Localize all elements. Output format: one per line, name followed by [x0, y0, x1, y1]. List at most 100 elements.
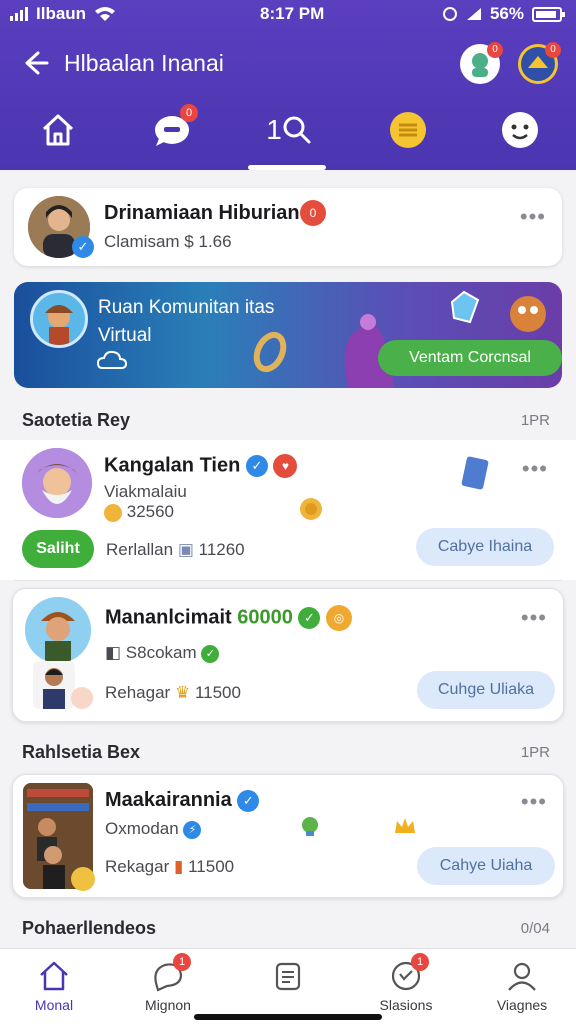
verified-icon: ✓: [245, 455, 268, 477]
tab-profile[interactable]: [498, 108, 542, 152]
cloud-icon: [96, 350, 128, 369]
section-time: 1PR: [520, 412, 550, 429]
home-icon: [37, 959, 71, 993]
alarm-icon: [442, 7, 457, 21]
post-meta-value: 11260: [198, 540, 245, 559]
back-arrow-icon[interactable]: [20, 48, 50, 78]
search-icon: [283, 116, 311, 144]
post-name-extra: 60000: [237, 606, 293, 629]
bottom-nav-label: Viagnes: [496, 997, 548, 1013]
smiley-face-icon: [502, 112, 538, 148]
profile-badge: 0: [300, 200, 326, 226]
action-button[interactable]: Cahye Uiaha: [417, 847, 555, 885]
post-item[interactable]: Kangalan Tien ✓ ♥ Viakmalaiu 32560 ••• S…: [0, 440, 576, 580]
messages-badge: 1: [173, 953, 191, 971]
like-icon: ♥: [273, 454, 298, 478]
post-line1: Viakmalaiu: [104, 482, 187, 501]
bottom-nav-sessions[interactable]: 1 Slasions: [358, 953, 454, 1013]
section-title: Pohaerllendeos: [22, 918, 157, 938]
user-icon: [505, 959, 539, 993]
bottom-nav-label: Monal: [34, 997, 74, 1013]
coin-badge-icon: ◎: [326, 605, 353, 631]
settings-badge: 0: [545, 42, 561, 58]
section-time: 0/04: [520, 920, 550, 937]
profile-sub: Clamisam $ 1.66: [104, 232, 232, 252]
bottom-nav: Monal 1 Mignon 1 Slasions Viagnes: [0, 948, 576, 1024]
wifi-icon: [95, 7, 116, 21]
book-icon: ▮: [174, 857, 184, 876]
search-tab-label: 1: [266, 114, 282, 145]
trophy-icon: ♛: [174, 683, 191, 702]
profile-sub-label: Clamisam: [104, 232, 180, 251]
divider: [14, 580, 562, 581]
more-options-icon[interactable]: •••: [522, 456, 548, 482]
post-meta-value: 11500: [194, 683, 241, 702]
clock: 8:17 PM: [260, 4, 325, 23]
cell-signal-icon: [466, 8, 481, 20]
action-button[interactable]: Cabye Ihaina: [416, 528, 554, 566]
ring-decoration-icon: [253, 331, 287, 373]
bottom-nav-posts[interactable]: [240, 959, 336, 997]
status-button[interactable]: Saliht: [22, 530, 94, 568]
tab-home[interactable]: [36, 108, 80, 152]
crown-icon: [395, 818, 415, 833]
badge-icon: [302, 817, 318, 836]
app-header: Ilbaun 8:17 PM 56% Hlbaalan Inanai 0 0 0: [0, 0, 576, 170]
profile-sub-value: 1.66: [198, 232, 232, 251]
coin-icon: $: [184, 232, 194, 251]
tab-menu[interactable]: [386, 108, 430, 152]
post-name: Maakairannia ✓: [105, 789, 260, 812]
settings-avatar-icon[interactable]: 0: [518, 42, 561, 84]
more-options-icon[interactable]: •••: [520, 204, 546, 230]
section-time: 1PR: [520, 744, 550, 761]
menu-coin-icon: [390, 112, 426, 148]
status-bar: Ilbaun 8:17 PM 56%: [0, 0, 576, 30]
document-icon: [271, 959, 305, 993]
puzzle-decoration-icon: [510, 296, 546, 332]
tab-search[interactable]: 1: [248, 108, 326, 170]
post-card[interactable]: Mananlcimait 60000 ✓ ◎ ◧ S8cokam ✓ Rehag…: [12, 588, 564, 722]
sessions-badge: 1: [411, 953, 429, 971]
verified-icon: ✓: [237, 789, 260, 812]
check-icon: ✓: [201, 644, 220, 663]
bottom-nav-messages[interactable]: 1 Mignon: [120, 953, 216, 1013]
notification-avatar-icon[interactable]: 0: [460, 42, 503, 84]
battery-percent: 56%: [489, 4, 524, 23]
home-indicator: [194, 1014, 382, 1020]
page-title: Hlbaalan Inanai: [64, 50, 224, 76]
more-options-icon[interactable]: •••: [521, 605, 547, 631]
post-name-text: Maakairannia: [105, 789, 232, 811]
post-line1-text: S8cokam: [125, 643, 197, 662]
bottom-nav-label: Slasions: [379, 997, 433, 1013]
post-meta: Rerlallan ▣ 11260: [106, 540, 245, 560]
heart-bubble-icon: 1: [389, 953, 429, 993]
post-name-text: Kangalan Tien: [104, 454, 241, 477]
post-line1: Oxmodan ⚡: [105, 819, 202, 839]
tab-chat[interactable]: 0: [150, 104, 198, 152]
post-line1: ◧ S8cokam ✓: [105, 643, 220, 663]
action-button[interactable]: Cuhge Uliaka: [417, 671, 555, 709]
banner-button[interactable]: Ventam Corcnsal: [378, 340, 562, 376]
notification-badge: 0: [487, 42, 503, 58]
bolt-icon: ⚡: [183, 820, 202, 839]
secondary-avatar: [33, 661, 75, 709]
post-line1-text: Oxmodan: [105, 819, 179, 838]
banner-avatar: [30, 290, 88, 348]
post-card[interactable]: Maakairannia ✓ Oxmodan ⚡ Rekagar ▮ 11500…: [12, 774, 564, 898]
bottom-nav-home[interactable]: Monal: [6, 959, 102, 1013]
image-icon: ▣: [177, 540, 194, 559]
post-meta-value: 11500: [188, 857, 235, 876]
post-name: Mananlcimait 60000 ✓ ◎: [105, 605, 353, 631]
post-avatar: [22, 448, 92, 518]
section-title: Rahlsetia Bex: [22, 742, 141, 762]
more-options-icon[interactable]: •••: [521, 789, 547, 815]
post-line2-value: 32560: [126, 502, 175, 521]
post-meta-label: Rehagar: [105, 683, 171, 702]
post-name-text: Mananlcimait: [105, 606, 232, 629]
battery-icon: [532, 6, 565, 22]
community-banner[interactable]: Ruan Komunitan itas Virtual Ventam Corcn…: [14, 282, 562, 388]
emoji-icon: [71, 867, 95, 891]
chat-badge: 0: [180, 104, 198, 122]
profile-card[interactable]: ✓ Drinamiaan Hiburian 0 Clamisam $ 1.66 …: [14, 188, 562, 266]
bottom-nav-profile[interactable]: Viagnes: [474, 959, 570, 1013]
